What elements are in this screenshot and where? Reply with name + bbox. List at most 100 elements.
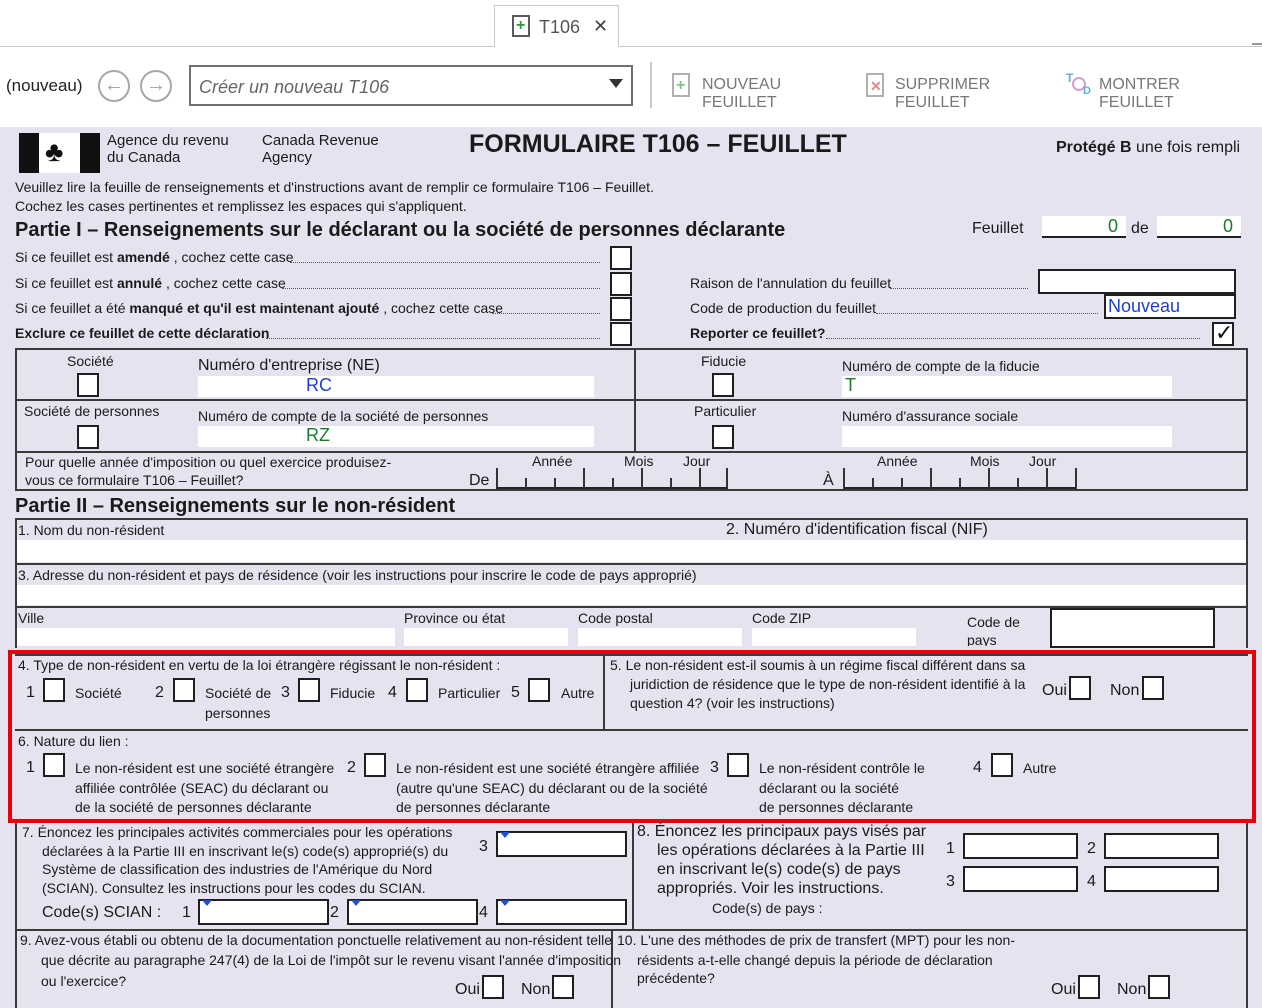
scian-code-3-field[interactable] [496,831,627,857]
nif-label: 2. Numéro d'identification fiscal (NIF) [726,521,988,538]
of-label: de [1131,220,1149,237]
sheet-number-field[interactable]: 0 [1042,216,1126,238]
protected-label: Protégé B une fois rempli [1056,139,1241,156]
name-divider [15,563,1248,565]
new-document-icon: + [512,15,530,37]
country-code-1-field[interactable] [963,833,1078,859]
q8-line-4: appropriés. Voir les instructions. [657,880,884,897]
q10-line-2: résidents a-t-elle changé depuis la péri… [637,952,993,968]
scian-code-4-field[interactable] [496,899,627,925]
instructions-line-2: Cochez les cases pertinentes et rempliss… [15,198,467,214]
add-sheet-icon: + [672,73,690,97]
ne-field[interactable]: RC [198,375,594,397]
to-day-label: Jour [1029,453,1057,469]
cancelled-label: Si ce feuillet est annulé , cochez cette… [15,275,286,291]
sheet-label: Feuillet [972,220,1024,237]
country-code-4-field[interactable] [1104,866,1219,892]
scian-num-4: 4 [479,904,488,921]
toolbar-separator [650,62,652,108]
tab-title: T106 [539,17,581,37]
tab-t106[interactable]: + T106 ✕ [494,5,619,48]
q8-num-3: 3 [946,873,955,890]
from-day-label: Jour [683,453,711,469]
fiducie-checkbox[interactable] [712,373,734,397]
amended-label: Si ce feuillet est amendé , cochez cette… [15,249,294,265]
societe-checkbox[interactable] [77,373,99,397]
country-code-3-field[interactable] [963,866,1078,892]
sheet-total-field[interactable]: 0 [1157,216,1241,238]
to-label: À [823,472,834,489]
name-field[interactable] [17,540,1246,562]
from-date-field[interactable] [496,468,726,489]
previous-button[interactable]: ← [98,70,130,102]
q9-non-label: Non [521,981,551,998]
close-icon[interactable]: ✕ [593,16,608,37]
q7-line-4: (SCIAN). Consultez les instructions pour… [42,880,426,896]
societe-label: Société [67,353,114,369]
country-code-2-field[interactable] [1104,833,1219,859]
country-field[interactable] [1050,608,1215,648]
cancel-reason-field[interactable] [1038,269,1236,294]
name-label: 1. Nom du non-résident [18,522,165,538]
q8-line-3: en inscrivant le(s) code(s) de pays [657,861,901,878]
carry-checkbox[interactable]: ✓ [1212,320,1234,346]
prod-code-leader [876,313,1098,314]
agency-fr-2: du Canada [107,149,181,166]
partner-acct-field[interactable]: RZ [198,425,594,447]
show-sheet-icon: T D [1066,71,1091,97]
country-codes-label: Code(s) de pays : [712,900,823,916]
amended-leader [290,262,600,263]
missed-checkbox[interactable] [610,297,632,321]
sheet-status: (nouveau) [6,76,83,95]
prod-code-field[interactable]: Nouveau [1104,294,1236,319]
province-label: Province ou état [404,610,506,626]
ne-label: Numéro d'entreprise (NE) [198,357,380,374]
scian-code-1-field[interactable] [198,899,329,925]
zip-field[interactable] [752,628,916,646]
next-button[interactable]: → [140,70,172,102]
cancelled-leader [282,288,600,289]
show-sheet-label: MONTRER FEUILLET [1099,76,1180,111]
from-year-label: Année [532,453,573,469]
zip-label: Code ZIP [752,610,812,626]
amended-checkbox[interactable] [610,246,632,270]
year-question-1: Pour quelle année d'imposition ou quel e… [25,454,392,470]
city-field[interactable] [17,628,395,646]
particulier-checkbox[interactable] [712,425,734,449]
grid-col-line [634,348,636,452]
q9-oui-checkbox[interactable] [482,975,504,999]
exclude-label: Exclure ce feuillet de cette déclaration [15,325,270,341]
delete-sheet-button[interactable]: ✕ SUPPRIMER FEUILLET [864,70,1054,111]
checkmark-icon: ✓ [1215,320,1234,345]
agency-en-1: Canada Revenue [262,132,379,149]
sin-field[interactable] [842,426,1172,447]
address-label: 3. Adresse du non-résident et pays de ré… [18,567,697,583]
province-field[interactable] [404,628,568,646]
address-field[interactable] [17,585,1246,605]
show-sheet-button[interactable]: T D MONTRER FEUILLET [1064,70,1249,111]
delete-sheet-label: SUPPRIMER FEUILLET [895,76,991,111]
q10-oui-checkbox[interactable] [1078,975,1100,999]
partnership-checkbox[interactable] [77,425,99,449]
carry-label: Reporter ce feuillet? [690,325,826,341]
trust-field[interactable]: T [842,375,1172,397]
scian-num-1: 1 [182,904,191,921]
q8-line-1: 8. Énoncez les principaux pays visés par [637,823,927,840]
part1-title: Partie I – Renseignements sur le déclara… [15,219,786,241]
cancelled-checkbox[interactable] [610,272,632,296]
form-title: FORMULAIRE T106 – FEUILLET [469,130,847,158]
sheet-selector[interactable]: Créer un nouveau T106 [189,65,633,106]
q9-non-checkbox[interactable] [552,975,574,999]
agency-en-2: Agency [262,149,313,166]
scian-code-2-field[interactable] [347,899,478,925]
new-sheet-button[interactable]: + NOUVEAU FEUILLET [670,70,850,111]
exclude-leader [266,338,600,339]
arrow-right-icon: → [146,74,166,96]
missed-label: Si ce feuillet a été manqué et qu'il est… [15,300,504,316]
postal-field[interactable] [578,628,742,646]
q10-non-checkbox[interactable] [1148,975,1170,999]
missed-leader [492,313,600,314]
chevron-down-icon [609,79,623,88]
part2-title: Partie II – Renseignements sur le non-ré… [15,495,456,517]
exclude-checkbox[interactable] [610,322,632,346]
